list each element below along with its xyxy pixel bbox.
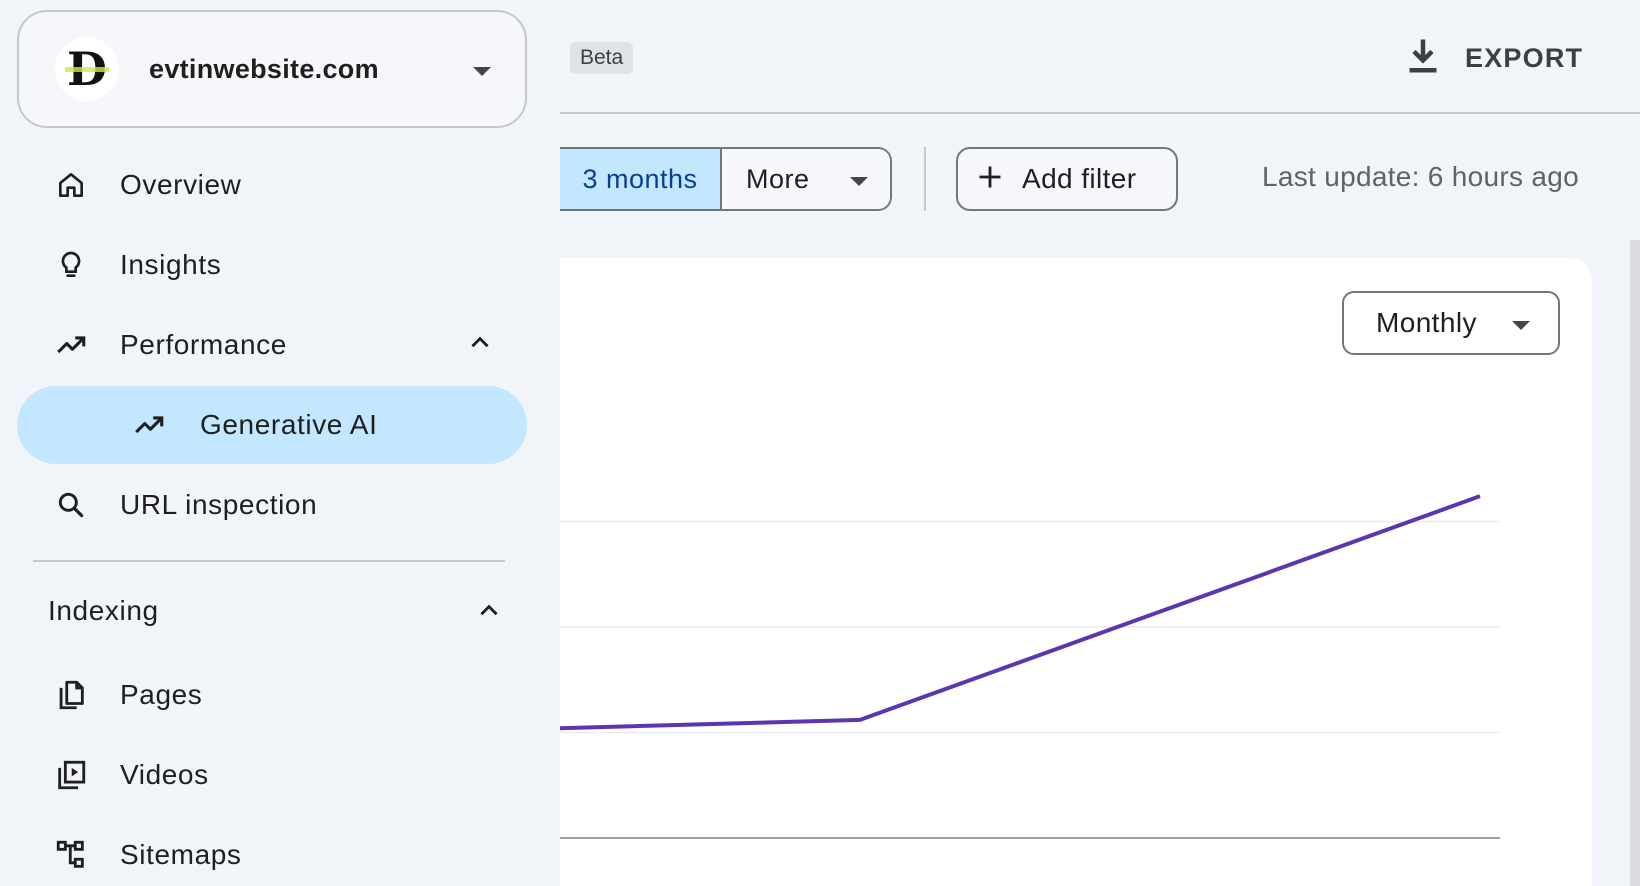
logo-stripe [65, 67, 109, 72]
nav-item-videos[interactable]: Videos [17, 736, 527, 814]
property-logo: D [55, 37, 119, 101]
plus-icon [976, 163, 1004, 196]
nav-label-generative-ai: Generative AI [200, 409, 378, 440]
nav-label-videos: Videos [120, 759, 209, 790]
nav-label-overview: Overview [120, 169, 242, 200]
trending-up-icon [53, 327, 89, 363]
range-3-months-button[interactable]: 3 months [560, 149, 722, 209]
trending-up-icon [131, 407, 167, 443]
caret-down-icon [1512, 321, 1530, 330]
series-line[interactable] [560, 494, 1481, 731]
last-update-text: Last update: 6 hours ago [1262, 161, 1579, 192]
pages-icon [53, 677, 89, 713]
date-range-segmented: 3 months More [560, 147, 892, 211]
scrollbar[interactable] [1630, 240, 1640, 886]
home-icon [53, 167, 89, 203]
more-label: More [746, 163, 810, 194]
add-filter-label: Add filter [1022, 163, 1137, 194]
nav-label-url-inspection: URL inspection [120, 489, 318, 520]
nav-item-sitemaps[interactable]: Sitemaps [17, 816, 527, 886]
chevron-up-icon[interactable] [467, 330, 493, 361]
nav-label-insights: Insights [120, 249, 222, 280]
export-label: EXPORT [1465, 43, 1584, 73]
chevron-up-icon[interactable] [476, 598, 502, 629]
nav-item-url-inspection[interactable]: URL inspection [17, 466, 527, 544]
granularity-label: Monthly [1376, 307, 1477, 338]
caret-down-icon [850, 177, 868, 186]
search-icon [53, 487, 89, 523]
section-header-indexing[interactable]: Indexing [48, 595, 159, 627]
granularity-dropdown[interactable]: Monthly [1342, 291, 1560, 355]
nav-item-overview[interactable]: Overview [17, 146, 527, 224]
nav-item-insights[interactable]: Insights [17, 226, 527, 304]
property-selector[interactable]: D evtinwebsite.com [17, 10, 527, 128]
nav-label-performance: Performance [120, 329, 287, 360]
nav-label-sitemaps: Sitemaps [120, 839, 242, 870]
video-library-icon [53, 757, 89, 793]
export-button[interactable]: EXPORT [1405, 36, 1583, 81]
lightbulb-icon [53, 247, 89, 283]
range-more-dropdown[interactable]: More [722, 149, 890, 209]
nav-item-pages[interactable]: Pages [17, 656, 527, 734]
caret-down-icon [473, 67, 491, 76]
sidebar-divider [33, 560, 505, 562]
beta-badge: Beta [570, 42, 634, 74]
filter-divider [924, 147, 926, 211]
header-divider [560, 112, 1640, 114]
download-icon [1405, 36, 1441, 81]
nav-item-generative-ai[interactable]: Generative AI [17, 386, 527, 464]
nav-item-performance[interactable]: Performance [17, 306, 527, 384]
sitemap-icon [53, 837, 89, 873]
add-filter-button[interactable]: Add filter [956, 147, 1178, 211]
sidebar: D evtinwebsite.com Overview Insights Per… [0, 0, 560, 886]
property-name: evtinwebsite.com [149, 53, 379, 84]
nav-label-pages: Pages [120, 679, 203, 710]
